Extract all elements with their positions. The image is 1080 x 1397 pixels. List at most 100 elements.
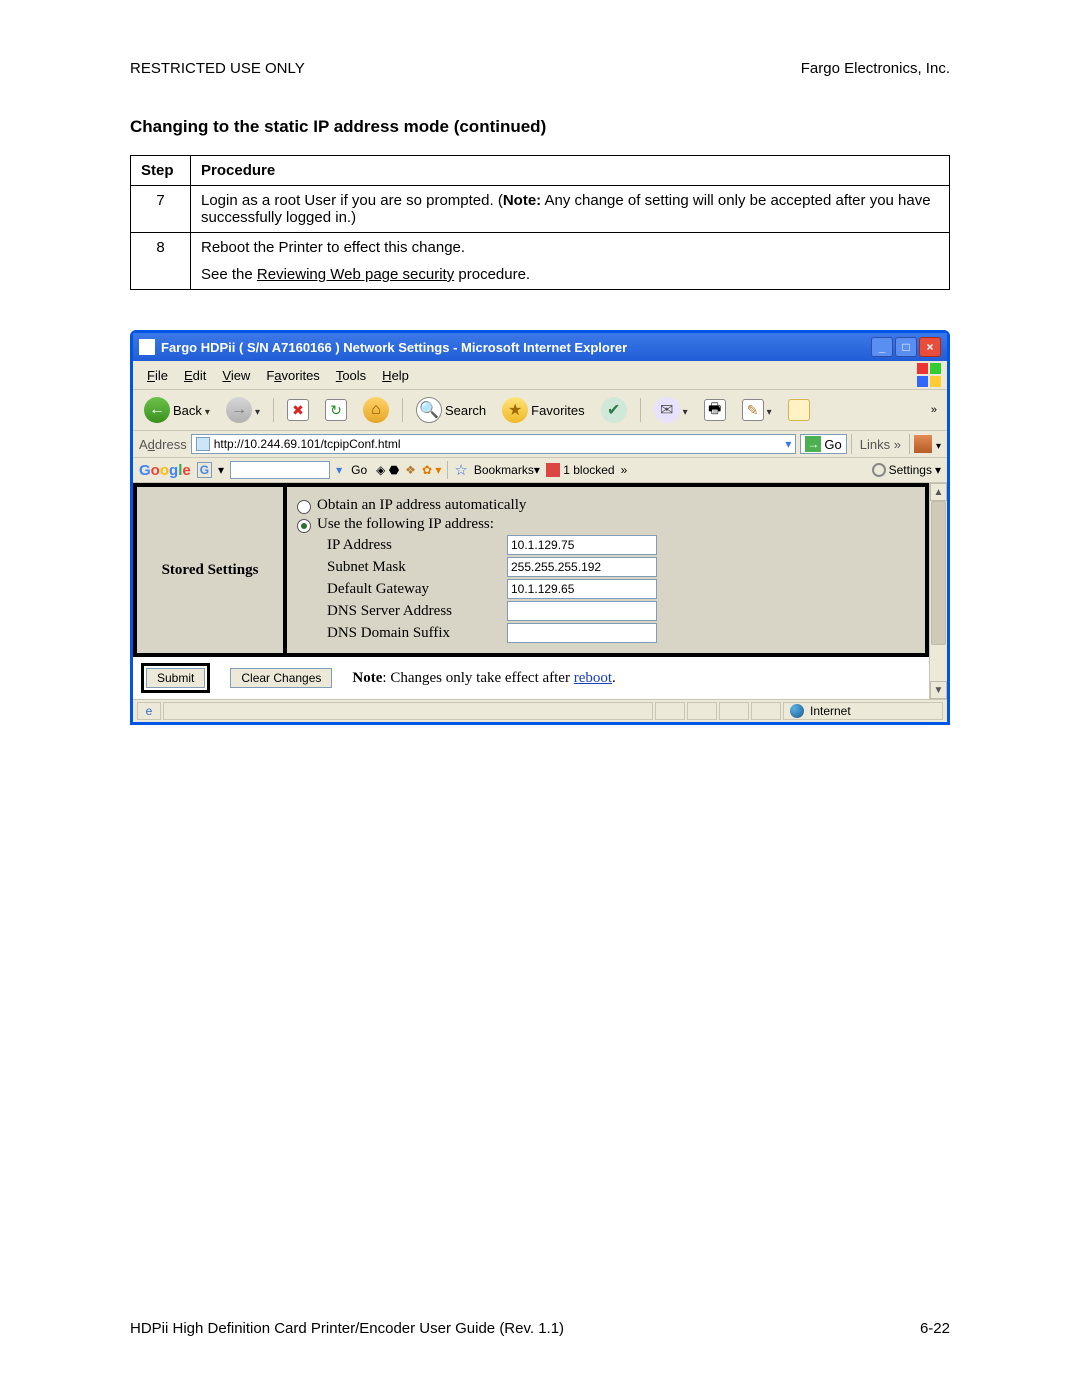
radio-obtain-auto[interactable] <box>297 500 311 514</box>
edit-button[interactable]: ✎ <box>737 396 777 424</box>
address-label: Address <box>139 437 187 452</box>
google-g-icon[interactable]: G <box>197 462 212 478</box>
note-body: : Changes only take effect after <box>382 670 573 686</box>
menu-file[interactable]: File <box>139 366 176 385</box>
col-step: Step <box>131 156 191 186</box>
text: See the <box>201 266 257 283</box>
footer-left: HDPii High Definition Card Printer/Encod… <box>130 1320 564 1337</box>
menu-edit[interactable]: Edit <box>176 366 214 385</box>
menu-view[interactable]: View <box>214 366 258 385</box>
scroll-up-icon[interactable]: ▲ <box>930 483 947 501</box>
google-search-input[interactable] <box>230 461 330 479</box>
radio-use-static[interactable] <box>297 519 311 533</box>
popup-blocked[interactable]: 1 blocked <box>546 463 615 478</box>
google-search-dd[interactable]: ▾ <box>336 463 342 477</box>
addon-icon[interactable] <box>914 435 932 453</box>
history-button[interactable]: ✔ <box>596 394 632 426</box>
close-button[interactable]: × <box>919 337 941 357</box>
go-button[interactable]: → Go <box>800 434 846 454</box>
forward-arrow-icon: → <box>226 397 252 423</box>
company-label: Fargo Electronics, Inc. <box>801 60 950 77</box>
menu-help[interactable]: Help <box>374 366 417 385</box>
history-icon: ✔ <box>601 397 627 423</box>
star-icon: ★ <box>502 397 528 423</box>
procedure-table: Step Procedure 7 Login as a root User if… <box>130 155 950 290</box>
addon-dropdown[interactable] <box>936 437 941 452</box>
text: Login as a root User if you are so promp… <box>201 192 503 209</box>
scroll-thumb[interactable] <box>931 501 946 645</box>
content-area: Stored Settings Obtain an IP address aut… <box>133 483 947 699</box>
address-dropdown-icon[interactable]: ▾ <box>785 437 791 451</box>
ip-address-input[interactable] <box>507 535 657 555</box>
printer-icon: 🖶 <box>704 399 726 421</box>
google-overflow[interactable]: » <box>621 463 628 477</box>
refresh-button[interactable]: ↻ <box>320 396 352 424</box>
home-button[interactable]: ⌂ <box>358 394 394 426</box>
status-cell <box>719 702 749 720</box>
note-text: Note: Changes only take effect after reb… <box>352 670 615 687</box>
dns-suffix-input[interactable] <box>507 623 657 643</box>
scroll-down-icon[interactable]: ▼ <box>930 681 947 699</box>
status-cell <box>655 702 685 720</box>
ip-address-label: IP Address <box>327 537 507 554</box>
status-cell <box>687 702 717 720</box>
google-go-button[interactable]: Go <box>348 462 370 478</box>
folder-button[interactable] <box>783 396 815 424</box>
home-icon: ⌂ <box>363 397 389 423</box>
step-number: 7 <box>131 186 191 233</box>
reboot-link[interactable]: reboot <box>574 670 612 686</box>
ie-page-icon <box>139 339 155 355</box>
mail-button[interactable]: ✉ <box>649 394 693 426</box>
text: Reboot the Printer to effect this change… <box>201 239 939 256</box>
dns-suffix-label: DNS Domain Suffix <box>327 625 507 642</box>
toolbar-overflow[interactable]: » <box>931 404 941 416</box>
dns-server-input[interactable] <box>507 601 657 621</box>
restricted-label: RESTRICTED USE ONLY <box>130 60 305 77</box>
google-ext-icon[interactable]: ✿ ▾ <box>422 463 441 477</box>
internet-zone-icon <box>790 704 804 718</box>
google-nav-icons[interactable]: ◈ ⬣ <box>376 463 399 477</box>
folder-icon <box>788 399 810 421</box>
default-gateway-label: Default Gateway <box>327 581 507 598</box>
google-settings-button[interactable]: Settings▾ <box>872 463 941 477</box>
toolbar: ← Back → ✖ ↻ ⌂ 🔍 Search ★ Favorites ✔ ✉ <box>133 390 947 431</box>
default-gateway-input[interactable] <box>507 579 657 599</box>
stop-icon: ✖ <box>287 399 309 421</box>
menu-favorites[interactable]: Favorites <box>258 366 327 385</box>
menu-tools[interactable]: Tools <box>328 366 374 385</box>
status-message <box>163 702 653 720</box>
col-procedure: Procedure <box>191 156 950 186</box>
bookmarks-button[interactable]: Bookmarks▾ <box>474 463 540 477</box>
minimize-button[interactable]: _ <box>871 337 893 357</box>
submit-button[interactable]: Submit <box>146 668 205 688</box>
links-label[interactable]: Links » <box>856 437 905 452</box>
refresh-icon: ↻ <box>325 399 347 421</box>
go-arrow-icon: → <box>805 436 821 452</box>
windows-logo-icon <box>917 363 941 387</box>
favorites-button[interactable]: ★ Favorites <box>497 394 589 426</box>
dns-server-label: DNS Server Address <box>327 603 507 620</box>
link-ref: Reviewing Web page security <box>257 266 454 283</box>
bookmark-star-icon[interactable]: ☆ <box>454 461 467 479</box>
forward-button[interactable]: → <box>221 394 265 426</box>
vertical-scrollbar[interactable]: ▲ ▼ <box>929 483 947 699</box>
status-cell <box>751 702 781 720</box>
google-more-icon[interactable]: ❖ <box>405 463 416 477</box>
back-button[interactable]: ← Back <box>139 394 215 426</box>
stop-button[interactable]: ✖ <box>282 396 314 424</box>
clear-changes-button[interactable]: Clear Changes <box>230 668 332 688</box>
titlebar: Fargo HDPii ( S/N A7160166 ) Network Set… <box>133 333 947 361</box>
back-label: Back <box>173 403 202 418</box>
blocked-icon <box>546 463 560 477</box>
maximize-button[interactable]: □ <box>895 337 917 357</box>
search-button[interactable]: 🔍 Search <box>411 394 491 426</box>
table-row: 7 Login as a root User if you are so pro… <box>131 186 950 233</box>
subnet-mask-input[interactable] <box>507 557 657 577</box>
zone-label: Internet <box>810 704 851 718</box>
step-number: 8 <box>131 233 191 290</box>
google-g-dd[interactable]: ▾ <box>218 463 224 477</box>
print-button[interactable]: 🖶 <box>699 396 731 424</box>
menubar: File Edit View Favorites Tools Help <box>133 361 947 390</box>
obtain-auto-label: Obtain an IP address automatically <box>317 497 526 514</box>
address-input[interactable]: http://10.244.69.101/tcpipConf.html ▾ <box>191 434 797 454</box>
